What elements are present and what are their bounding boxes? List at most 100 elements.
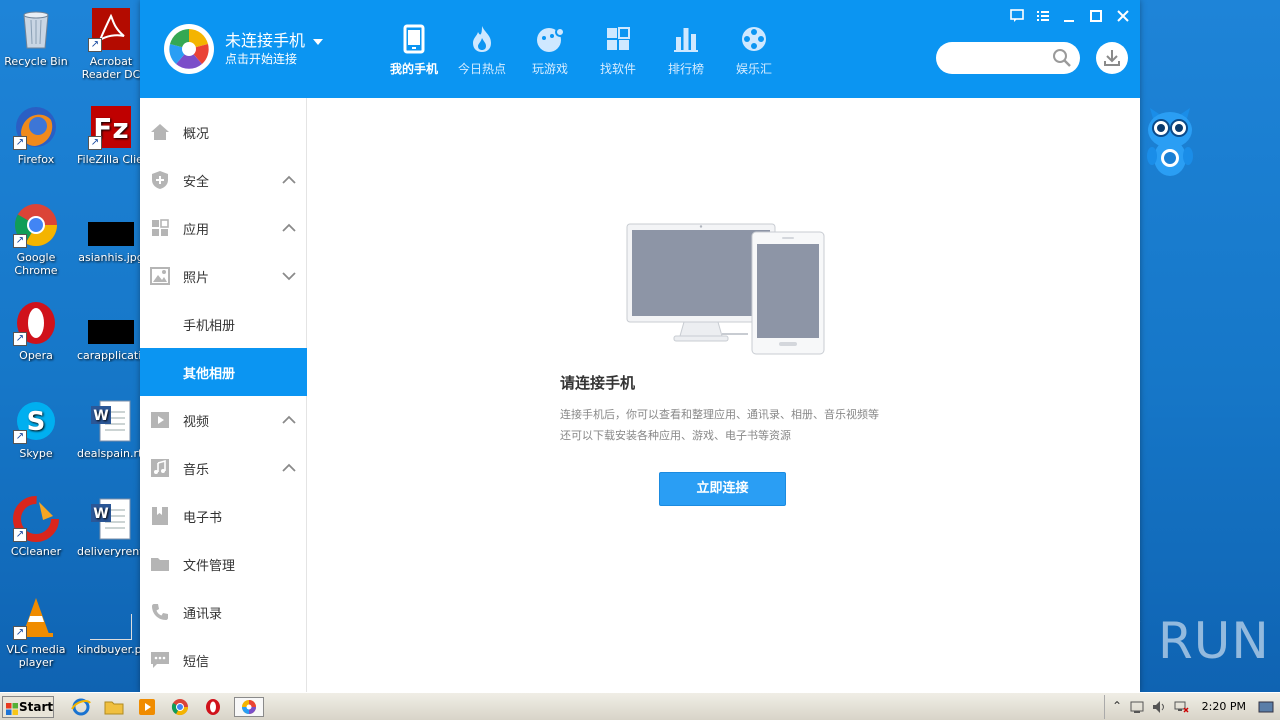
nav-software[interactable]: 找软件 bbox=[584, 24, 652, 77]
maximize-icon[interactable] bbox=[1085, 6, 1107, 26]
sidebar-item-overview[interactable]: 概况 bbox=[140, 108, 307, 156]
sidebar-item-contacts[interactable]: 通讯录 bbox=[140, 588, 307, 636]
message-icon bbox=[150, 650, 170, 670]
desktop-icon-opera[interactable]: ↗ Opera bbox=[2, 300, 70, 362]
internet-explorer-icon[interactable] bbox=[70, 697, 92, 717]
desktop-icon-filezilla[interactable]: Fz ↗ FileZilla Client bbox=[77, 104, 145, 166]
desktop-icon-ccleaner[interactable]: ↗ CCleaner bbox=[2, 496, 70, 558]
start-button[interactable]: Start bbox=[2, 696, 54, 718]
nav-my-phone[interactable]: 我的手机 bbox=[380, 24, 448, 77]
search-box[interactable] bbox=[936, 42, 1080, 74]
desktop-icon-deliveryrent[interactable]: W deliveryrent... bbox=[77, 496, 145, 558]
sidebar-item-label: 通讯录 bbox=[183, 607, 223, 622]
nav-label: 今日热点 bbox=[457, 62, 506, 76]
nav-games[interactable]: 玩游戏 bbox=[516, 24, 584, 77]
clock[interactable]: 2:20 PM bbox=[1202, 700, 1246, 713]
phone-icon bbox=[399, 24, 429, 54]
search-icon[interactable] bbox=[1052, 48, 1072, 68]
menu-icon[interactable] bbox=[1032, 6, 1054, 26]
shortcut-arrow-icon: ↗ bbox=[13, 136, 27, 150]
desktop-icon-label: VLC media player bbox=[6, 643, 66, 669]
feedback-icon[interactable] bbox=[1006, 6, 1028, 26]
desktop-icon-kindbuyer[interactable]: kindbuyer.png bbox=[77, 594, 145, 656]
desktop-icon-label: Opera bbox=[19, 349, 53, 362]
nav-rankings[interactable]: 排行榜 bbox=[652, 24, 720, 77]
sidebar-item-security[interactable]: 安全 bbox=[140, 156, 307, 204]
sidebar-item-ebooks[interactable]: 电子书 bbox=[140, 492, 307, 540]
chevron-up-icon[interactable] bbox=[281, 172, 297, 188]
taskbar-app-button[interactable] bbox=[234, 697, 264, 717]
sidebar-item-apps[interactable]: 应用 bbox=[140, 204, 307, 252]
connect-now-button[interactable]: 立即连接 bbox=[659, 472, 786, 506]
search-input[interactable] bbox=[948, 48, 1048, 68]
chevron-up-icon[interactable] bbox=[281, 460, 297, 476]
file-explorer-icon[interactable] bbox=[103, 697, 125, 717]
chevron-up-icon[interactable] bbox=[281, 220, 297, 236]
sidebar-item-label: 手机相册 bbox=[183, 319, 236, 334]
folder-icon bbox=[150, 554, 170, 574]
desktop-icon-label: kindbuyer.png bbox=[77, 643, 145, 656]
show-hidden-icons-icon[interactable]: ⌃ bbox=[1109, 699, 1125, 715]
sidebar-item-other-albums[interactable]: 其他相册 bbox=[140, 348, 307, 396]
desktop-icon-google-chrome[interactable]: ↗ Google Chrome bbox=[2, 202, 70, 277]
desktop-icon-skype[interactable]: S ↗ Skype bbox=[2, 398, 70, 460]
nav-label: 娱乐汇 bbox=[735, 62, 772, 76]
chevron-up-icon[interactable] bbox=[281, 412, 297, 428]
download-icon[interactable] bbox=[1096, 42, 1128, 74]
sidebar-item-video[interactable]: 视频 bbox=[140, 396, 307, 444]
sidebar-item-label: 照片 bbox=[183, 271, 210, 286]
nav-label: 找软件 bbox=[599, 62, 636, 76]
desktop-icon-acrobat[interactable]: ↗ Acrobat Reader DC bbox=[77, 6, 145, 81]
nav-entertainment[interactable]: 娱乐汇 bbox=[720, 24, 788, 77]
nav-hot-today[interactable]: 今日热点 bbox=[448, 24, 516, 77]
action-center-icon[interactable] bbox=[1129, 699, 1145, 715]
show-desktop-icon[interactable] bbox=[1258, 699, 1274, 715]
app-window: 未连接手机 点击开始连接 我的手机 今日热点 玩游戏 找软件 排行榜 娱乐汇 概… bbox=[140, 0, 1140, 692]
desktop-icon-vlc[interactable]: ↗ VLC media player bbox=[2, 594, 70, 669]
image-file-icon bbox=[88, 202, 134, 248]
desktop-icon-carapplication[interactable]: carapplicati... bbox=[77, 300, 145, 362]
media-player-icon[interactable] bbox=[136, 697, 158, 717]
sidebar-item-label: 应用 bbox=[183, 223, 210, 238]
connection-title-text: 未连接手机 bbox=[225, 31, 306, 50]
mascot-widget[interactable] bbox=[1144, 104, 1196, 180]
dropdown-caret-icon bbox=[313, 38, 324, 45]
svg-text:W: W bbox=[93, 506, 108, 522]
shortcut-arrow-icon: ↗ bbox=[13, 528, 27, 542]
sidebar-item-photos[interactable]: 照片 bbox=[140, 252, 307, 300]
image-file-icon bbox=[88, 300, 134, 346]
desktop-icon-dealspain[interactable]: W dealspain.rtf bbox=[77, 398, 145, 460]
network-icon[interactable] bbox=[1173, 699, 1189, 715]
sidebar-item-messages[interactable]: 短信 bbox=[140, 636, 307, 684]
ccleaner-icon: ↗ bbox=[13, 496, 59, 542]
film-reel-icon bbox=[739, 24, 769, 54]
minimize-icon[interactable] bbox=[1058, 6, 1080, 26]
sidebar-item-file-manager[interactable]: 文件管理 bbox=[140, 540, 307, 588]
sidebar-item-label: 文件管理 bbox=[183, 559, 236, 574]
volume-icon[interactable] bbox=[1151, 699, 1167, 715]
desktop-icon-label: Recycle Bin bbox=[4, 55, 68, 68]
close-icon[interactable] bbox=[1112, 6, 1134, 26]
desktop-icon-recycle-bin[interactable]: Recycle Bin bbox=[2, 6, 70, 68]
connect-prompt-title: 请连接手机 bbox=[560, 374, 636, 392]
sidebar-item-label: 其他相册 bbox=[183, 367, 236, 382]
chrome-icon: ↗ bbox=[13, 202, 59, 248]
desktop-icon-label: deliveryrent... bbox=[77, 545, 145, 558]
chrome-icon[interactable] bbox=[169, 697, 191, 717]
main-content: 请连接手机 连接手机后，你可以查看和整理应用、通讯录、相册、音乐视频等 还可以下… bbox=[308, 98, 1140, 692]
chevron-down-icon[interactable] bbox=[281, 268, 297, 284]
connection-subtitle[interactable]: 点击开始连接 bbox=[225, 50, 297, 67]
desktop-icon-firefox[interactable]: ↗ Firefox bbox=[2, 104, 70, 166]
sidebar-item-music[interactable]: 音乐 bbox=[140, 444, 307, 492]
sidebar-item-phone-album[interactable]: 手机相册 bbox=[140, 300, 307, 348]
image-icon bbox=[150, 266, 170, 286]
desktop-icon-asianhis[interactable]: asianhis.jpg bbox=[77, 202, 145, 264]
connection-title[interactable]: 未连接手机 bbox=[225, 27, 324, 51]
book-icon bbox=[150, 506, 170, 526]
opera-icon[interactable] bbox=[202, 697, 224, 717]
shortcut-arrow-icon: ↗ bbox=[13, 332, 27, 346]
windows-flag-icon bbox=[6, 701, 18, 715]
app-logo[interactable] bbox=[164, 24, 214, 74]
desktop-icon-label: asianhis.jpg bbox=[78, 251, 144, 264]
desktop-icon-label: FileZilla Client bbox=[77, 153, 145, 166]
